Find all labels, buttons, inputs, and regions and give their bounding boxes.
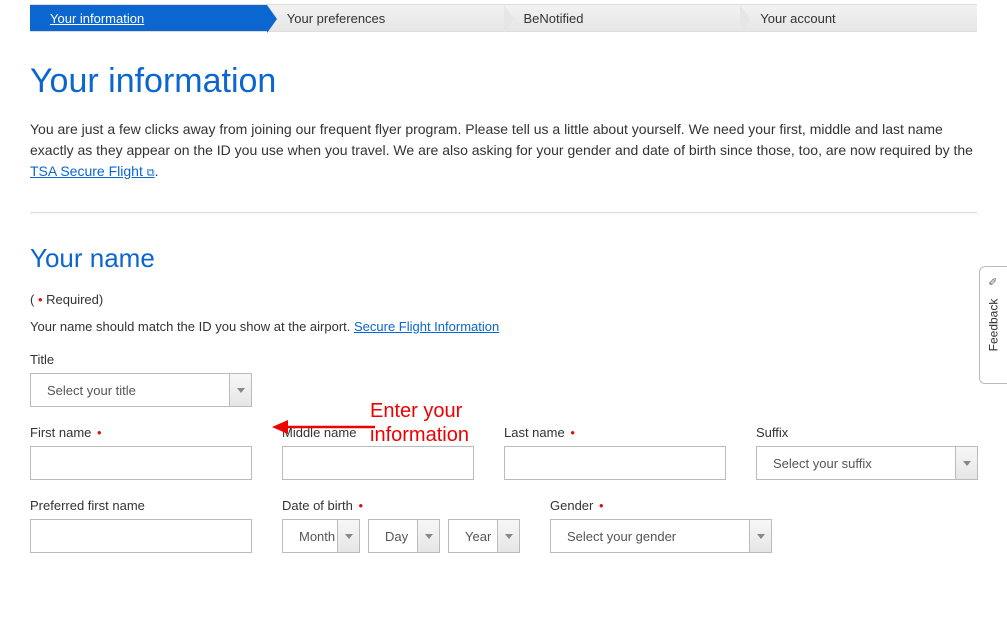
step-your-preferences[interactable]: Your preferences — [267, 4, 504, 32]
middle-name-input[interactable] — [282, 446, 474, 480]
step-label: Your preferences — [287, 11, 386, 26]
dropdown-button[interactable] — [417, 520, 439, 552]
secure-flight-info-link[interactable]: Secure Flight Information — [354, 319, 499, 334]
title-select[interactable]: Select your title — [30, 373, 252, 407]
dropdown-button[interactable] — [497, 520, 519, 552]
dob-month-select[interactable]: Month — [282, 519, 360, 553]
feedback-label: Feedback — [987, 299, 1001, 352]
page-title: Your information — [30, 62, 977, 101]
intro-after: . — [155, 163, 159, 179]
chevron-down-icon — [505, 534, 513, 539]
preferred-first-name-label: Preferred first name — [30, 498, 252, 513]
last-name-label: Last name • — [504, 425, 726, 440]
dob-label: Date of birth • — [282, 498, 520, 513]
chevron-down-icon — [425, 534, 433, 539]
suffix-label: Suffix — [756, 425, 978, 440]
dob-year-select[interactable]: Year — [448, 519, 520, 553]
dropdown-button[interactable] — [337, 520, 359, 552]
suffix-select-value: Select your suffix — [765, 456, 955, 471]
preferred-first-name-input[interactable] — [30, 519, 252, 553]
dropdown-button[interactable] — [955, 447, 977, 479]
required-note: ( • Required) — [30, 292, 977, 307]
dropdown-button[interactable] — [229, 374, 251, 406]
section-heading: Your name — [30, 243, 977, 274]
first-name-input[interactable] — [30, 446, 252, 480]
dob-day-select[interactable]: Day — [368, 519, 440, 553]
intro-paragraph: You are just a few clicks away from join… — [30, 119, 977, 182]
middle-name-label: Middle name — [282, 425, 474, 440]
dropdown-button[interactable] — [749, 520, 771, 552]
name-hint: Your name should match the ID you show a… — [30, 319, 977, 334]
intro-text: You are just a few clicks away from join… — [30, 121, 973, 158]
step-your-account[interactable]: Your account — [740, 4, 977, 32]
feedback-tab[interactable]: ✎ Feedback — [979, 266, 1007, 384]
title-label: Title — [30, 352, 252, 367]
chevron-down-icon — [345, 534, 353, 539]
feedback-icon: ✎ — [987, 277, 1000, 286]
gender-label: Gender • — [550, 498, 772, 513]
external-link-icon: ⧉ — [147, 167, 155, 179]
step-label: Your information — [50, 11, 144, 26]
title-select-value: Select your title — [39, 383, 229, 398]
last-name-input[interactable] — [504, 446, 726, 480]
step-label: Your account — [760, 11, 835, 26]
chevron-down-icon — [963, 461, 971, 466]
divider — [30, 212, 977, 213]
step-label: BeNotified — [524, 11, 584, 26]
chevron-down-icon — [237, 388, 245, 393]
step-benotified[interactable]: BeNotified — [504, 4, 741, 32]
gender-select-value: Select your gender — [559, 529, 749, 544]
step-your-information[interactable]: Your information — [30, 4, 267, 32]
progress-stepper: Your information Your preferences BeNoti… — [30, 4, 977, 32]
first-name-label: First name • — [30, 425, 252, 440]
suffix-select[interactable]: Select your suffix — [756, 446, 978, 480]
chevron-down-icon — [757, 534, 765, 539]
tsa-secure-flight-link[interactable]: TSA Secure Flight ⧉ — [30, 163, 155, 179]
gender-select[interactable]: Select your gender — [550, 519, 772, 553]
